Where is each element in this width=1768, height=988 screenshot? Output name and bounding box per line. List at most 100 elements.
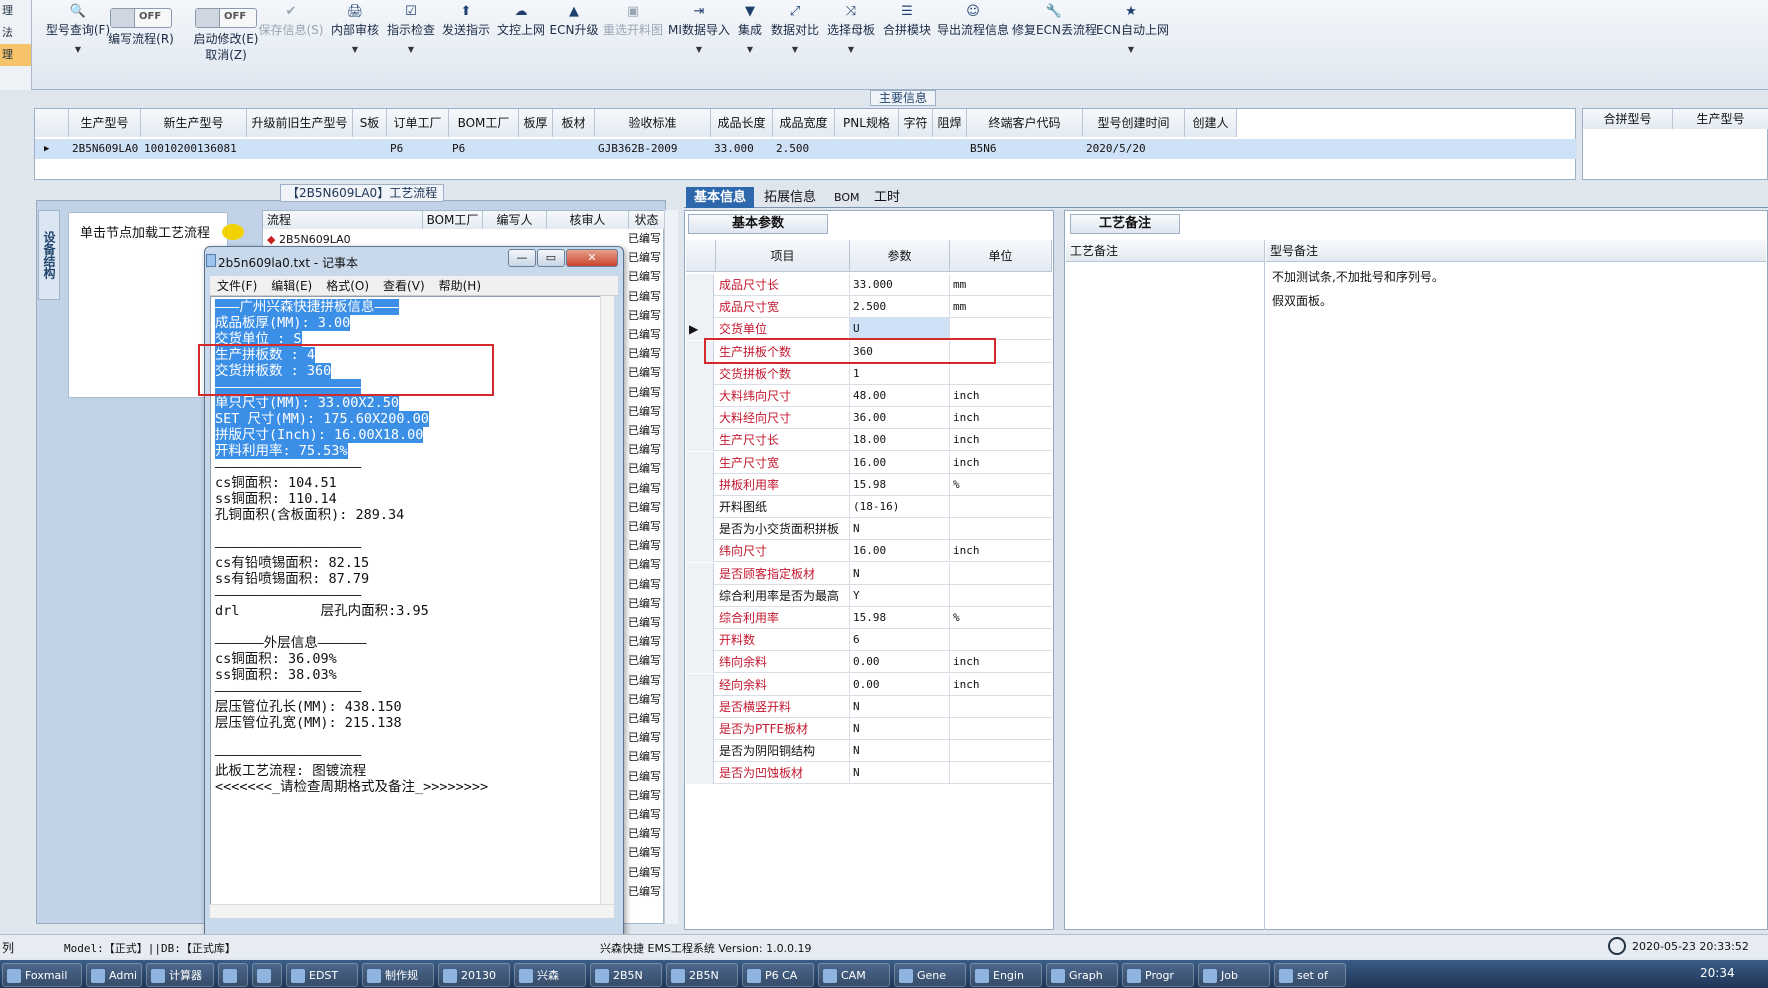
param-row[interactable]: 开料图纸 (18-16) bbox=[686, 496, 1052, 518]
grid-cell-15[interactable]: 2020/5/20 bbox=[1083, 139, 1185, 159]
tree-node-root[interactable]: ◆ 2B5N609LA0 bbox=[267, 233, 351, 246]
grid-cell-10[interactable]: 2.500 bbox=[773, 139, 835, 159]
grid-cell-16[interactable] bbox=[1185, 139, 1237, 159]
grid-cell-2[interactable] bbox=[247, 139, 353, 159]
taskbar-item[interactable]: 制作规 bbox=[362, 963, 434, 987]
process-scrollbar[interactable] bbox=[664, 210, 678, 924]
param-row[interactable]: 成品尺寸宽 2.500 mm bbox=[686, 296, 1052, 319]
toolbar-button-16[interactable]: 🔧 修复ECN丢流程 bbox=[1012, 2, 1097, 86]
param-value[interactable]: N bbox=[850, 562, 950, 585]
param-value[interactable]: 0.00 bbox=[850, 673, 950, 696]
toolbar-button-6[interactable]: ⬆ 发送指示 bbox=[438, 2, 494, 86]
param-row[interactable]: 综合利用率 15.98% bbox=[686, 607, 1052, 629]
toolbar-button-17[interactable]: ★ ECN自动上网 ▼ bbox=[1096, 2, 1169, 86]
taskbar-item[interactable]: 20130 bbox=[438, 963, 510, 987]
grid-header-8[interactable]: 验收标准 bbox=[595, 109, 711, 137]
menu-file[interactable]: 文件(F) bbox=[210, 276, 264, 296]
grid-header-12[interactable]: 字符 bbox=[899, 109, 933, 137]
process-header-reviewer[interactable]: 核审人 bbox=[547, 211, 629, 229]
grid-header-6[interactable]: 板厚 bbox=[519, 109, 553, 137]
left-nav-item-active[interactable]: 理 bbox=[0, 44, 31, 66]
param-value[interactable]: N bbox=[850, 695, 950, 718]
taskbar-item[interactable]: 计算器 bbox=[146, 963, 214, 987]
grid-cell-9[interactable]: 33.000 bbox=[711, 139, 773, 159]
process-header-status[interactable]: 状态 bbox=[629, 211, 665, 229]
param-row[interactable]: 是否顾客指定板材 N bbox=[686, 562, 1052, 585]
param-value[interactable]: 16.00 bbox=[850, 451, 950, 474]
grid-header-14[interactable]: 终端客户代码 bbox=[967, 109, 1083, 137]
param-row[interactable]: 生产尺寸宽 16.00 inch bbox=[686, 451, 1052, 474]
close-button[interactable]: ✕ bbox=[566, 249, 618, 267]
left-nav-item[interactable]: 法 bbox=[0, 22, 31, 44]
param-row[interactable]: 经向余料 0.00 inch bbox=[686, 673, 1052, 696]
toolbar-button-11[interactable]: ▼ 集成 ▼ bbox=[732, 2, 768, 86]
grid-cell-6[interactable] bbox=[519, 139, 553, 159]
toolbar-button-4[interactable]: 🖨 内部审核 ▼ bbox=[326, 2, 384, 86]
param-value[interactable]: (18-16) bbox=[850, 496, 950, 518]
grid-cell-8[interactable]: GJB362B-2009 bbox=[595, 139, 711, 159]
minimize-button[interactable]: — bbox=[508, 249, 536, 267]
toolbar-button-5[interactable]: ☑ 指示检查 ▼ bbox=[384, 2, 438, 86]
taskbar-item[interactable]: Progr bbox=[1122, 963, 1194, 987]
grid-cell-12[interactable] bbox=[899, 139, 933, 159]
grid-header-9[interactable]: 成品长度 bbox=[711, 109, 773, 137]
toolbar-button-1[interactable]: OFF 编写流程(R) bbox=[106, 0, 176, 84]
param-value[interactable]: 48.00 bbox=[850, 385, 950, 407]
taskbar-item[interactable]: Engin bbox=[970, 963, 1042, 987]
param-row[interactable]: 大料纬向尺寸 48.00 inch bbox=[686, 385, 1052, 407]
toggle-switch[interactable]: OFF bbox=[195, 8, 257, 28]
grid-header-4[interactable]: 订单工厂 bbox=[387, 109, 449, 137]
tab-bom[interactable]: BOM bbox=[826, 187, 868, 208]
panel-splitter[interactable] bbox=[1054, 210, 1064, 930]
grid-header-7[interactable]: 板材 bbox=[553, 109, 595, 137]
merge-model-header[interactable]: 合拼型号 bbox=[1583, 109, 1673, 129]
params-header-item[interactable]: 项目 bbox=[716, 240, 850, 272]
param-row[interactable]: 交货拼板个数 1 bbox=[686, 362, 1052, 385]
param-value[interactable]: 1 bbox=[850, 362, 950, 385]
production-model-header[interactable]: 生产型号 bbox=[1673, 109, 1768, 129]
taskbar-item[interactable]: set of bbox=[1274, 963, 1346, 987]
param-value[interactable]: 0.00 bbox=[850, 651, 950, 674]
grid-header-5[interactable]: BOM工厂 bbox=[449, 109, 519, 137]
menu-edit[interactable]: 编辑(E) bbox=[264, 276, 319, 296]
taskbar-item[interactable]: Gene bbox=[894, 963, 966, 987]
param-value[interactable]: Y bbox=[850, 584, 950, 607]
param-value[interactable]: N bbox=[850, 718, 950, 740]
grid-header-10[interactable]: 成品宽度 bbox=[773, 109, 835, 137]
grid-cell-13[interactable] bbox=[933, 139, 967, 159]
param-row[interactable]: 纬向尺寸 16.00 inch bbox=[686, 540, 1052, 563]
grid-header-1[interactable]: 新生产型号 bbox=[141, 109, 247, 137]
param-row[interactable]: 纬向余料 0.00 inch bbox=[686, 651, 1052, 674]
param-value[interactable]: 18.00 bbox=[850, 429, 950, 452]
param-value[interactable]: N bbox=[850, 740, 950, 763]
param-row[interactable]: 是否为阴阳铜结构 N bbox=[686, 740, 1052, 763]
taskbar-item[interactable] bbox=[218, 963, 248, 987]
taskbar-item[interactable]: Job bbox=[1198, 963, 1270, 987]
param-value[interactable]: 15.98 bbox=[850, 607, 950, 629]
param-value[interactable]: N bbox=[850, 762, 950, 785]
taskbar-item[interactable]: P6 CA bbox=[742, 963, 814, 987]
param-value[interactable]: 2.500 bbox=[850, 296, 950, 319]
param-row[interactable]: 综合利用率是否为最高 Y bbox=[686, 584, 1052, 607]
equipment-structure-tab[interactable]: 设备结构 bbox=[38, 210, 60, 300]
maximize-button[interactable]: ▭ bbox=[537, 249, 565, 267]
toolbar-button-15[interactable]: ☺ 导出流程信息 bbox=[934, 2, 1012, 86]
left-nav-item[interactable]: 理 bbox=[0, 0, 31, 22]
param-row[interactable]: 大料经向尺寸 36.00 inch bbox=[686, 407, 1052, 430]
taskbar-item[interactable]: 2B5N bbox=[666, 963, 738, 987]
grid-header-0[interactable]: 生产型号 bbox=[69, 109, 141, 137]
taskbar-item[interactable]: Admi bbox=[86, 963, 142, 987]
param-row[interactable]: 是否为PTFE板材 N bbox=[686, 718, 1052, 740]
tab-basic-info[interactable]: 基本信息 bbox=[686, 187, 755, 208]
grid-header-13[interactable]: 阻焊 bbox=[933, 109, 967, 137]
grid-cell-14[interactable]: B5N6 bbox=[967, 139, 1083, 159]
grid-header-16[interactable]: 创建人 bbox=[1185, 109, 1237, 137]
params-header-value[interactable]: 参数 bbox=[850, 240, 950, 272]
toolbar-button-8[interactable]: ▲ ECN升级 bbox=[548, 2, 600, 86]
params-header-unit[interactable]: 单位 bbox=[950, 240, 1052, 272]
param-value[interactable]: N bbox=[850, 518, 950, 541]
process-header-writer[interactable]: 编写人 bbox=[483, 211, 547, 229]
tab-extended-info[interactable]: 拓展信息 bbox=[756, 187, 824, 208]
toolbar-button-13[interactable]: ⤨ 选择母板 ▼ bbox=[822, 2, 880, 86]
param-row[interactable]: 是否横竖开料 N bbox=[686, 695, 1052, 718]
